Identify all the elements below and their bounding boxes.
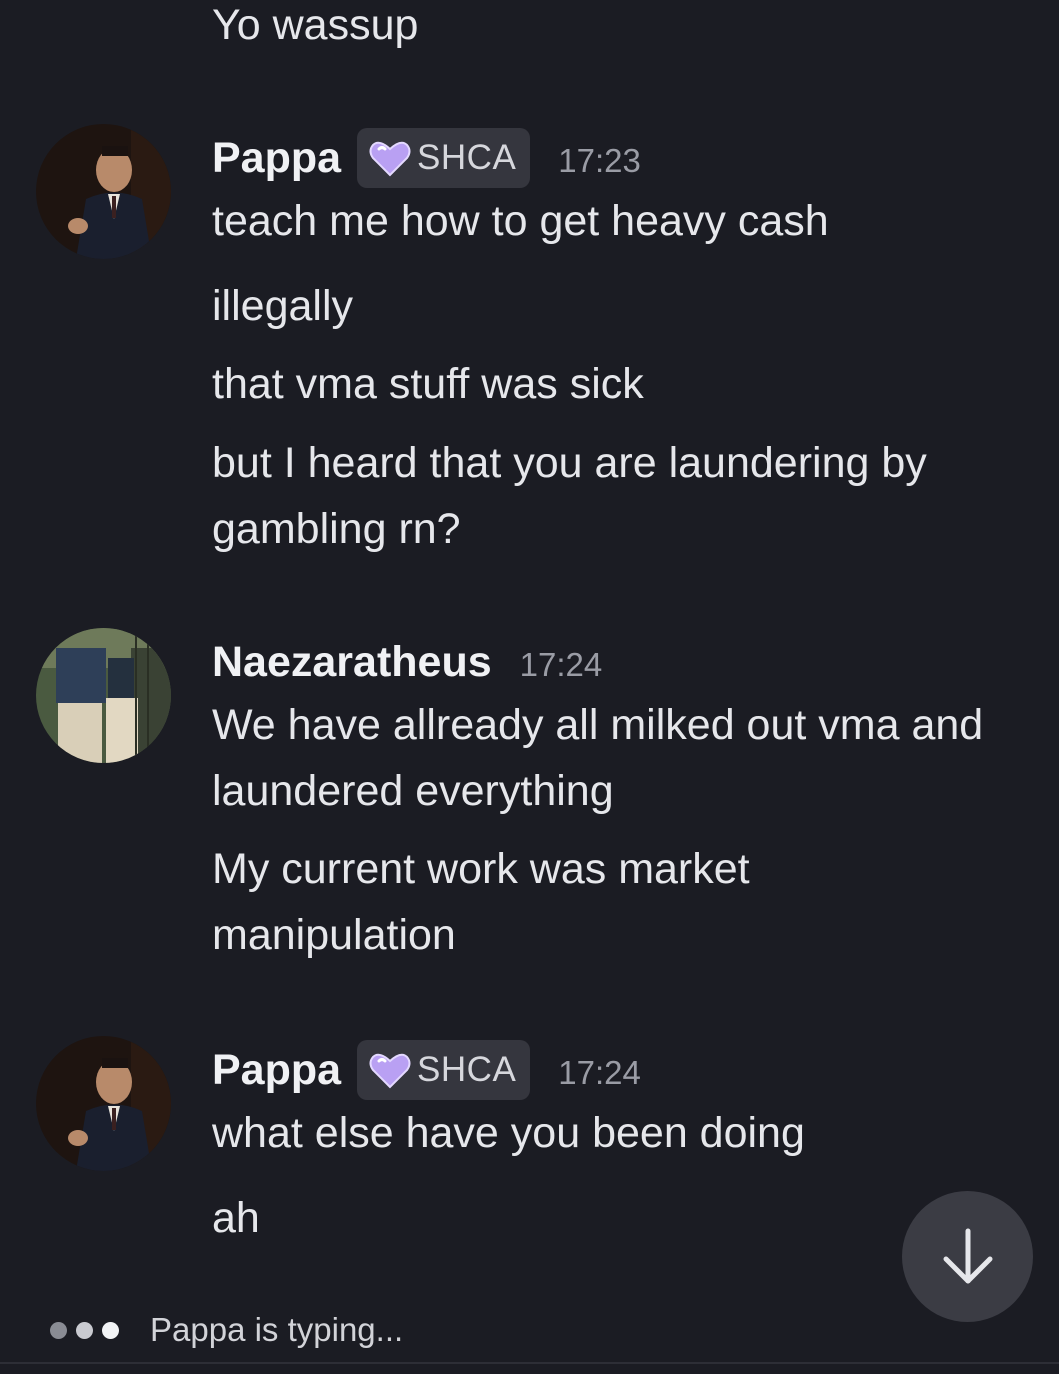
tag-label: SHCA [417, 138, 517, 177]
avatar-image [36, 124, 171, 259]
typing-dots-icon [50, 1321, 128, 1339]
avatar[interactable] [36, 1036, 171, 1171]
heart-icon [369, 1053, 411, 1089]
message-text: what else have you been doing [212, 1109, 805, 1157]
message-text: Yo wassup [212, 1, 419, 49]
timestamp: 17:24 [558, 1054, 641, 1091]
username[interactable]: Pappa [212, 127, 341, 189]
tag-label: SHCA [417, 1050, 517, 1089]
message-text: but I heard that you are laundering by g… [212, 439, 927, 553]
message-text: illegally [212, 282, 354, 330]
avatar-image [36, 1036, 171, 1171]
typing-indicator: Pappa is typing... [50, 1300, 403, 1360]
username[interactable]: Pappa [212, 1039, 341, 1101]
timestamp: 17:23 [558, 142, 641, 179]
timestamp: 17:24 [519, 646, 603, 683]
message-header: Naezaratheus 17:24 [212, 631, 602, 693]
divider [0, 1362, 1059, 1364]
avatar-image [36, 628, 171, 763]
server-tag[interactable]: SHCA [357, 128, 531, 188]
username[interactable]: Naezaratheus [212, 631, 492, 693]
server-tag[interactable]: SHCA [357, 1040, 531, 1100]
message-header: Pappa SHCA 17:24 [212, 1039, 641, 1101]
message-text: that vma stuff was sick [212, 360, 644, 408]
avatar[interactable] [36, 628, 171, 763]
avatar[interactable] [36, 124, 171, 259]
message-text: ah [212, 1194, 260, 1242]
message-header: Pappa SHCA 17:23 [212, 127, 641, 189]
arrow-down-icon [943, 1228, 992, 1283]
heart-icon [369, 141, 411, 177]
chat-screen: Yo wassup Pappa SHCA 17:23 teach me how … [0, 0, 1059, 1374]
scroll-to-bottom-button[interactable] [902, 1191, 1033, 1322]
message-text: We have allready all milked out vma and … [212, 701, 984, 815]
message-text: teach me how to get heavy cash [212, 197, 829, 245]
typing-text: Pappa is typing... [150, 1311, 404, 1348]
message-text: My current work was market manipulation [212, 845, 750, 959]
